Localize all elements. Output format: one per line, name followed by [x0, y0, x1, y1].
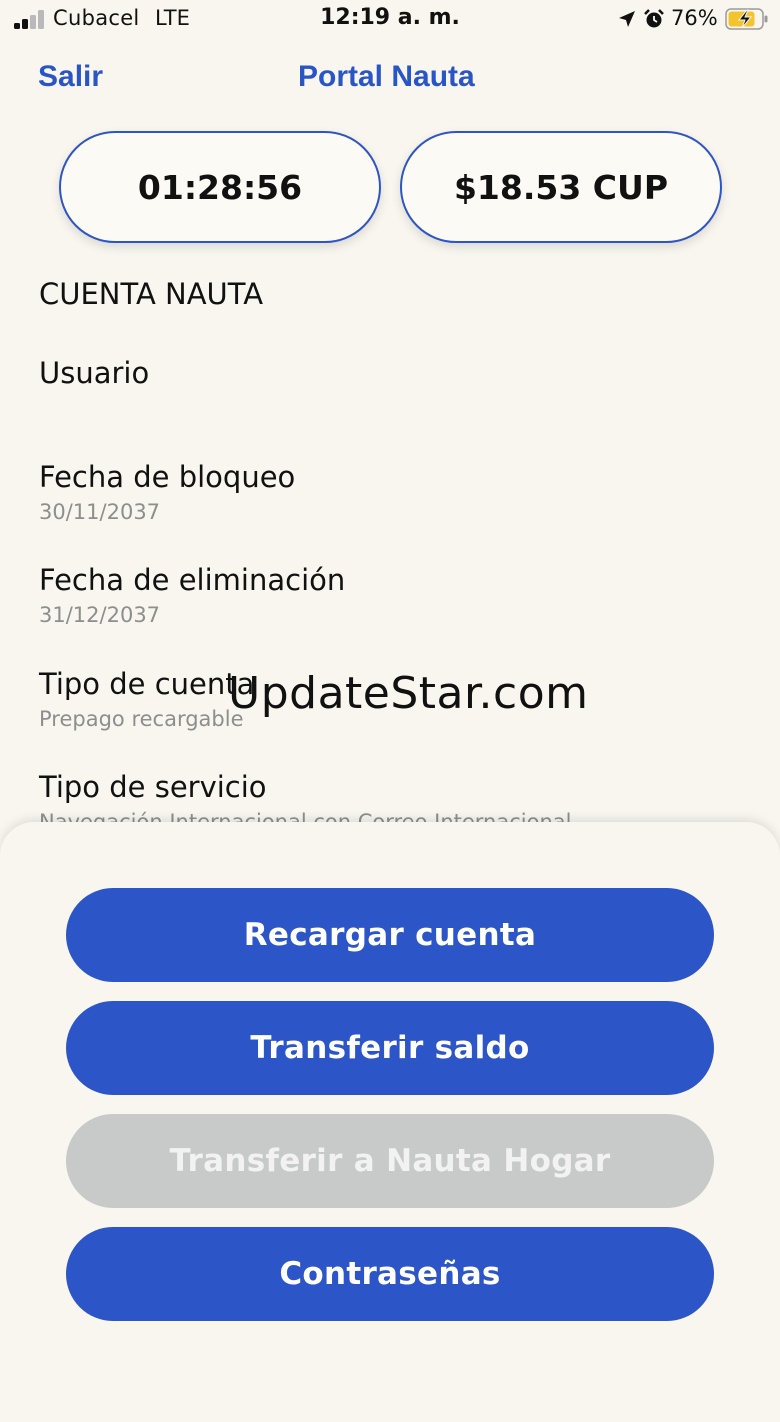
page-title: Portal Nauta — [298, 60, 475, 93]
deletion-date-label: Fecha de eliminación — [39, 563, 346, 597]
service-type-label: Tipo de servicio — [39, 770, 267, 804]
battery-percent: 76% — [671, 6, 718, 30]
status-bar: Cubacel LTE 12:19 a. m. 76% — [0, 0, 780, 40]
deletion-date-value: 31/12/2037 — [39, 603, 161, 627]
section-title: CUENTA NAUTA — [39, 277, 264, 311]
time-remaining-pill[interactable]: 01:28:56 — [59, 131, 381, 243]
lock-date-label: Fecha de bloqueo — [39, 460, 296, 494]
transfer-balance-button[interactable]: Transferir saldo — [66, 1001, 714, 1095]
account-type-value: Prepago recargable — [39, 707, 244, 731]
exit-button[interactable]: Salir — [38, 60, 103, 94]
battery-charging-icon — [725, 8, 768, 30]
transfer-nauta-hogar-button[interactable]: Transferir a Nauta Hogar — [66, 1114, 714, 1208]
recharge-account-button[interactable]: Recargar cuenta — [66, 888, 714, 982]
location-arrow-icon — [619, 11, 635, 27]
user-label: Usuario — [39, 356, 150, 390]
account-type-label: Tipo de cuenta — [39, 667, 255, 701]
actions-sheet: Recargar cuenta Transferir saldo Transfe… — [0, 822, 780, 1422]
balance-pill[interactable]: $18.53 CUP — [400, 131, 722, 243]
lock-date-value: 30/11/2037 — [39, 500, 161, 524]
watermark-text: UpdateStar.com — [228, 668, 589, 719]
alarm-icon — [644, 9, 664, 28]
passwords-button[interactable]: Contraseñas — [66, 1227, 714, 1321]
